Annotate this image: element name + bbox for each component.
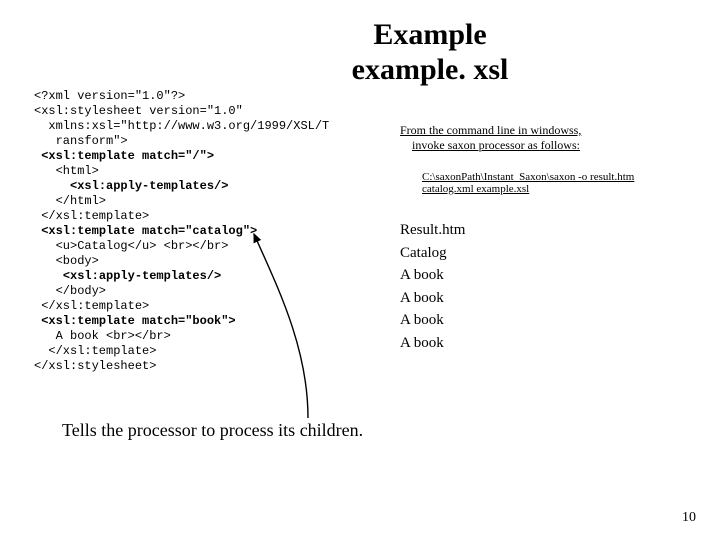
content-columns: <?xml version="1.0"?> <xsl:stylesheet ve… [34,89,686,374]
result-line: A book [400,287,686,310]
result-line: A book [400,264,686,287]
slide: Example example. xsl <?xml version="1.0"… [0,0,720,540]
left-column: <?xml version="1.0"?> <xsl:stylesheet ve… [34,89,374,374]
title-line-2: example. xsl [352,53,509,86]
result-line: Result.htm [400,219,686,242]
command-path: C:\saxonPath\Instant_Saxon\saxon -o resu… [400,171,686,195]
page-number: 10 [682,510,696,526]
slide-title: Example example. xsl [34,18,686,87]
caption-text: Tells the processor to process its child… [62,420,686,441]
cmd-line-1: From the command line in windowss, [400,123,581,137]
result-output: Result.htmCatalogA bookA bookA bookA boo… [400,219,686,354]
right-column: From the command line in windowss, invok… [400,89,686,354]
cmd-line-2: invoke saxon processor as follows: [412,138,580,152]
result-line: A book [400,309,686,332]
result-line: A book [400,332,686,355]
xsl-code-block: <?xml version="1.0"?> <xsl:stylesheet ve… [34,89,374,374]
command-description: From the command line in windowss, invok… [400,123,686,153]
title-line-1: Example [373,18,486,51]
result-line: Catalog [400,242,686,265]
path-text: C:\saxonPath\Instant_Saxon\saxon -o resu… [422,171,634,195]
